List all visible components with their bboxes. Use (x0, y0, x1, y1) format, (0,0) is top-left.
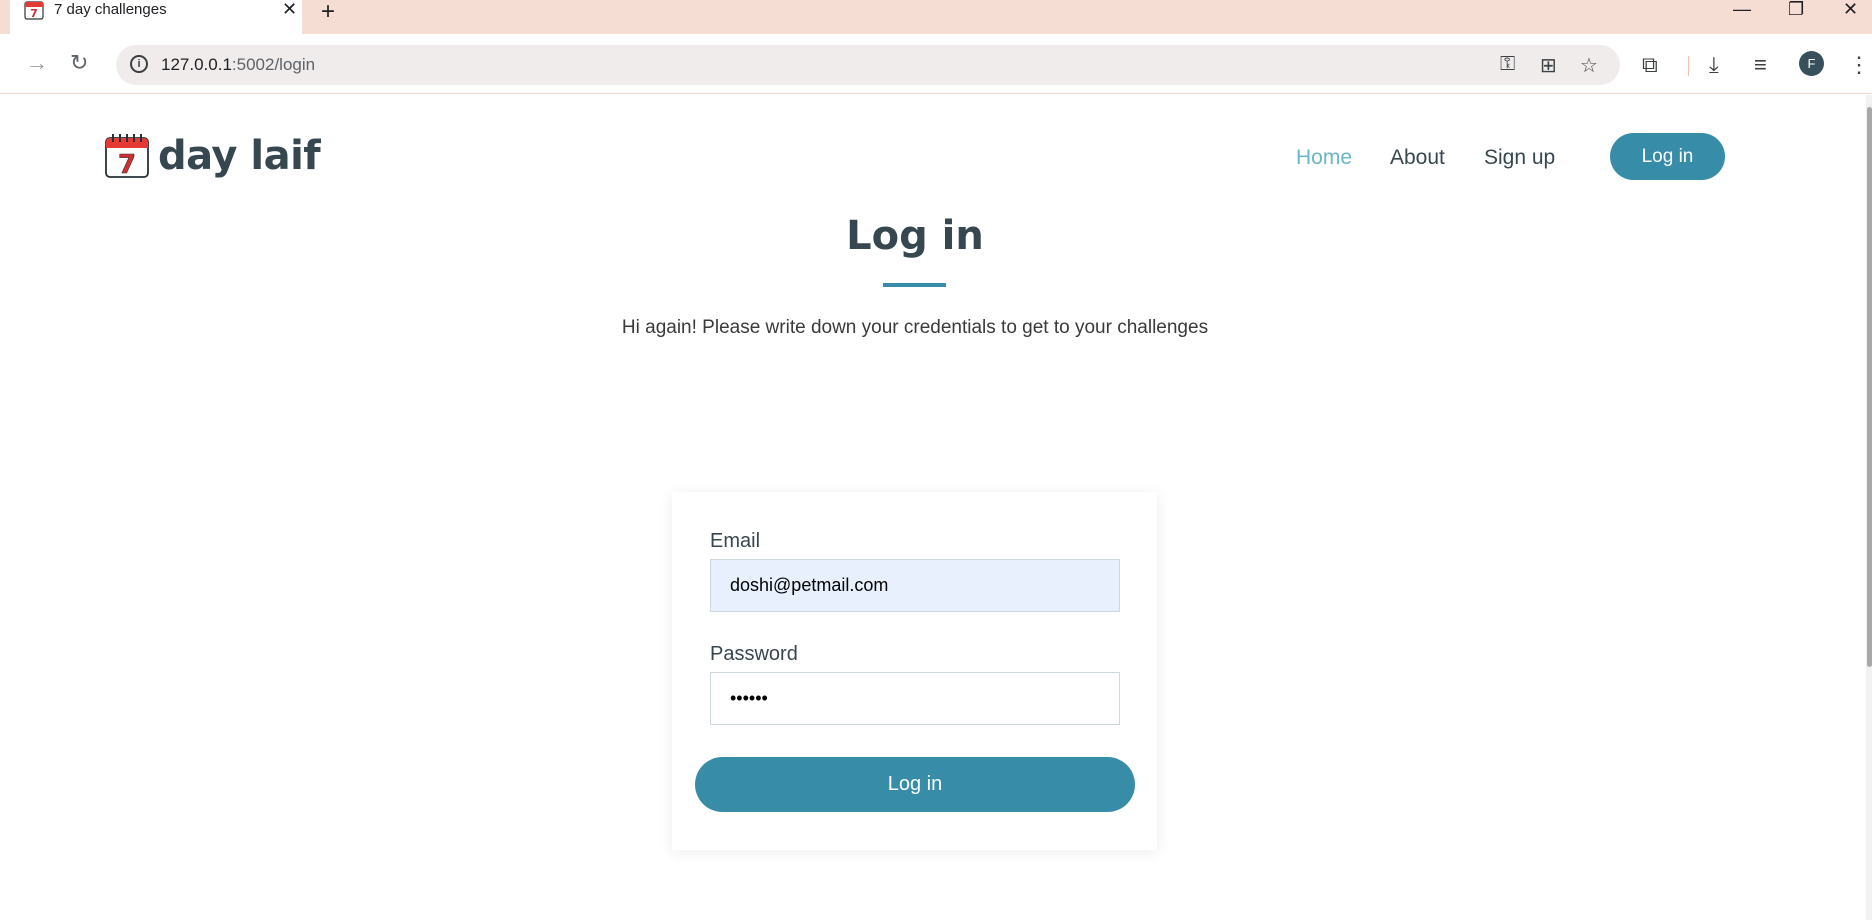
browser-toolbar: → ↻ i 127.0.0.1:5002/login ⚿ ⊞ ☆ ⧉ ⤓ ≡ F… (0, 34, 1872, 94)
login-form-card: Email Password Log in (672, 492, 1157, 850)
new-tab-icon[interactable]: + (321, 0, 335, 26)
calendar-icon: 7 (24, 1, 44, 20)
forward-arrow-icon[interactable]: → (26, 50, 48, 76)
calendar-logo-icon: 7 (105, 134, 149, 179)
close-tab-icon[interactable]: ✕ (282, 0, 297, 20)
media-control-icon[interactable]: ≡ (1754, 52, 1767, 78)
password-field[interactable] (710, 672, 1120, 725)
site-logo[interactable]: 7 day laif (104, 133, 321, 179)
browser-tab-bar: 7 7 day challenges ✕ + — ❐ ✕ (0, 0, 1872, 34)
minimize-icon[interactable]: — (1733, 0, 1751, 20)
url-host: 127.0.0.1 (161, 55, 232, 74)
browser-tab[interactable]: 7 7 day challenges ✕ (10, 0, 302, 34)
page-title: Log in (846, 213, 984, 259)
bookmark-star-icon[interactable]: ☆ (1580, 53, 1598, 78)
tab-title: 7 day challenges (54, 1, 167, 18)
nav-home[interactable]: Home (1296, 146, 1352, 170)
window-close-icon[interactable]: ✕ (1843, 0, 1858, 20)
password-label: Password (710, 643, 798, 665)
toolbar-divider (1688, 56, 1689, 76)
title-underline (883, 283, 946, 287)
translate-icon[interactable]: ⊞ (1540, 53, 1557, 78)
extensions-icon[interactable]: ⧉ (1642, 52, 1658, 78)
address-bar[interactable]: i 127.0.0.1:5002/login ⚿ ⊞ ☆ (116, 45, 1620, 85)
logo-text: day laif (158, 133, 321, 179)
nav-signup[interactable]: Sign up (1484, 146, 1555, 170)
logo-number: 7 (118, 150, 136, 179)
address-url[interactable]: 127.0.0.1:5002/login (161, 55, 315, 75)
login-submit-button[interactable]: Log in (695, 757, 1135, 812)
restore-icon[interactable]: ❐ (1788, 0, 1804, 20)
favicon-number: 7 (30, 7, 38, 20)
nav-login-button[interactable]: Log in (1610, 133, 1725, 180)
key-icon[interactable]: ⚿ (1500, 53, 1515, 76)
profile-avatar[interactable]: F (1799, 51, 1824, 76)
menu-kebab-icon[interactable]: ⋮ (1848, 52, 1870, 78)
page-subtitle: Hi again! Please write down your credent… (621, 317, 1209, 338)
page-content: 7 day laif Home About Sign up Log in Log… (0, 95, 1872, 920)
download-icon[interactable]: ⤓ (1709, 52, 1719, 78)
reload-icon[interactable]: ↻ (70, 50, 88, 76)
url-path: :5002/login (231, 55, 316, 74)
email-label: Email (710, 530, 761, 552)
page-scrollbar-thumb[interactable] (1867, 107, 1872, 667)
email-field[interactable] (710, 559, 1120, 612)
site-info-icon[interactable]: i (130, 55, 148, 73)
nav-about[interactable]: About (1390, 146, 1445, 170)
